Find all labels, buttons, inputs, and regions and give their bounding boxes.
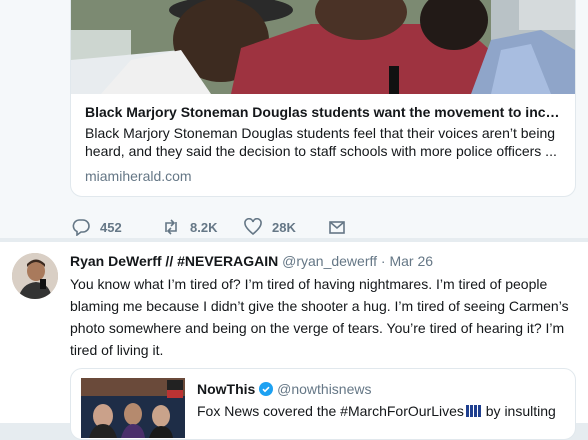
tweet-header: Ryan DeWerff // #NEVERAGAIN @ryan_dewerf… xyxy=(70,253,433,269)
quoted-header: NowThis @nowthisnews xyxy=(197,381,372,397)
quoted-text-main: Fox News covered the #MarchForOurLives xyxy=(197,403,464,419)
verified-icon xyxy=(259,382,274,396)
reply-icon xyxy=(72,219,90,236)
separator-dot: · xyxy=(380,253,386,269)
card-description: Black Marjory Stoneman Douglas students … xyxy=(85,125,557,159)
retweet-button[interactable]: 8.2K xyxy=(162,218,244,236)
avatar[interactable] xyxy=(12,253,58,299)
message-icon xyxy=(329,221,345,234)
message-button[interactable] xyxy=(328,218,356,236)
reply-count: 452 xyxy=(100,219,122,235)
retweet-icon xyxy=(165,219,177,235)
quoted-media-thumbnail xyxy=(81,378,185,438)
quoted-author-handle[interactable]: @nowthisnews xyxy=(277,381,371,397)
like-button[interactable]: 28K xyxy=(244,218,328,236)
quoted-text-end: by insulting xyxy=(481,403,556,419)
reply-button[interactable]: 452 xyxy=(72,218,162,236)
retweet-count: 8.2K xyxy=(190,219,218,235)
like-count: 28K xyxy=(272,219,296,235)
tweet[interactable]: Ryan DeWerff // #NEVERAGAIN @ryan_dewerf… xyxy=(0,242,588,440)
tweet-text: You know what I’m tired of? I’m tired of… xyxy=(70,276,569,358)
card-domain: miamiherald.com xyxy=(85,168,192,184)
card-image xyxy=(71,0,575,94)
card-title[interactable]: Black Marjory Stoneman Douglas students … xyxy=(85,104,565,120)
quoted-text: Fox News covered the #MarchForOurLives b… xyxy=(197,401,567,421)
quoted-author-name[interactable]: NowThis xyxy=(197,381,255,397)
hashflag-icon xyxy=(465,405,482,417)
previous-tweet: Black Marjory Stoneman Douglas students … xyxy=(0,0,588,238)
like-icon xyxy=(244,218,262,236)
tweet-actions: 452 8.2K 28K xyxy=(72,216,356,238)
tweet-date[interactable]: Mar 26 xyxy=(389,253,433,269)
link-card[interactable]: Black Marjory Stoneman Douglas students … xyxy=(70,0,576,197)
author-handle[interactable]: @ryan_dewerff xyxy=(282,253,377,269)
author-name[interactable]: Ryan DeWerff // #NEVERAGAIN xyxy=(70,253,278,269)
quoted-tweet[interactable]: NowThis @nowthisnews Fox News covered th… xyxy=(70,368,576,440)
